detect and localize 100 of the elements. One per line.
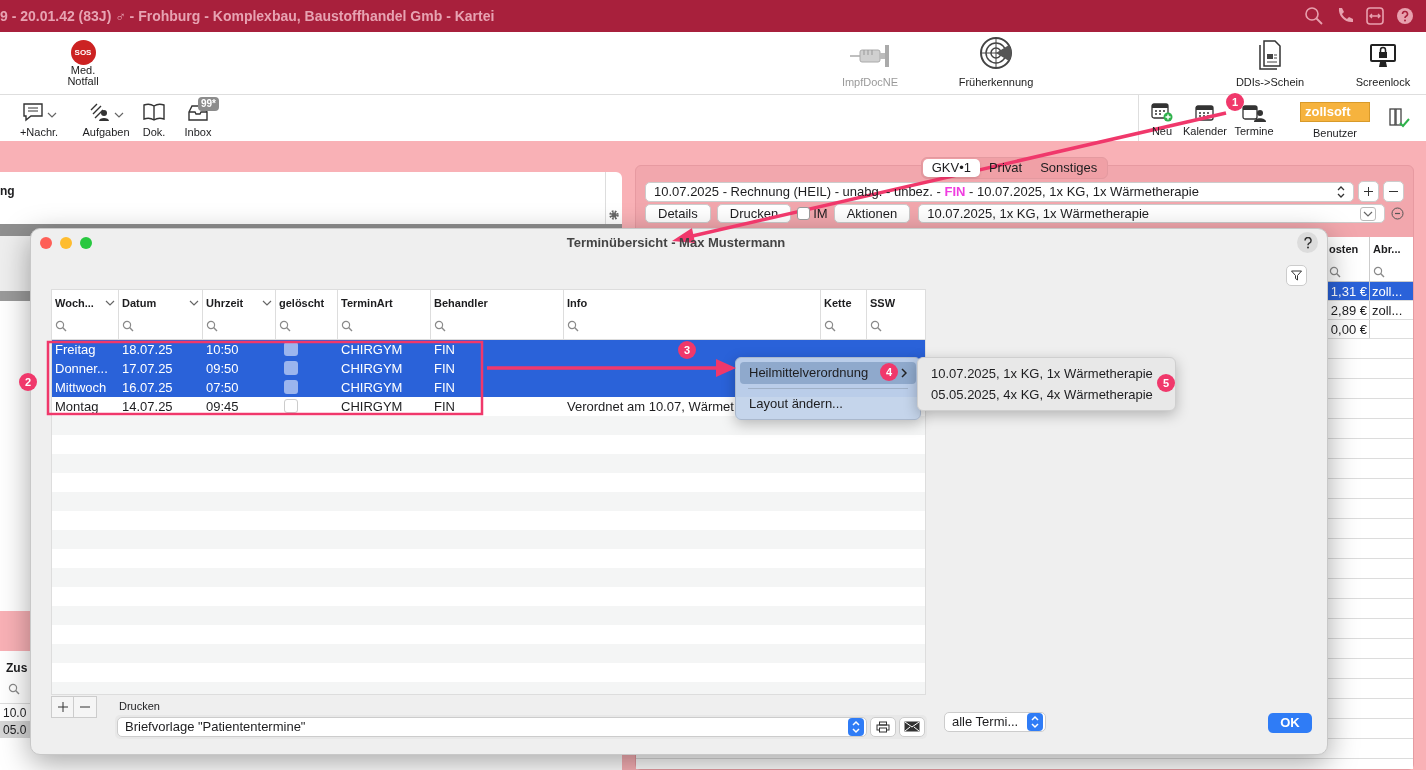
tab[interactable]: Sonstiges (1031, 159, 1107, 177)
calendar-person-icon[interactable] (1242, 104, 1266, 122)
search-icon (824, 319, 836, 332)
filter-icon (1291, 270, 1302, 281)
search-icon (567, 319, 579, 332)
table-cell: zoll... (1372, 284, 1403, 299)
speech-bubble-icon[interactable] (21, 102, 44, 122)
table-cell: 07:50 (206, 380, 239, 395)
table-cell: zoll... (1372, 303, 1403, 318)
chevron-down-icon (113, 112, 124, 118)
checkbox[interactable] (284, 399, 298, 413)
select-value: alle Termi... (952, 713, 1019, 732)
select-value: 10.07.2025 - Rechnung (HEIL) - unabg. - unbez. - FIN - 10.07.2025, 1x KG, 1x Wärmetherapie (654, 182, 1199, 201)
toolbar-label: DDIs->Schein (1235, 75, 1305, 90)
table-cell: 17.07.25 (122, 361, 173, 376)
checkbox[interactable] (284, 380, 298, 394)
add-button[interactable] (1358, 181, 1379, 202)
help-icon[interactable] (1396, 7, 1414, 25)
checkbox-label: IM (813, 204, 828, 223)
select-value: Briefvorlage "Patiententermine" (125, 717, 306, 736)
table-cell: 05.0 (3, 723, 27, 737)
toolbar-label: Screenlock (1355, 75, 1411, 90)
search-icon (279, 319, 291, 332)
close-button[interactable] (40, 236, 52, 249)
filter-button[interactable] (1286, 265, 1307, 286)
column-header: osten (1329, 242, 1360, 257)
gear-icon[interactable] (608, 209, 620, 221)
column-header: TerminArt (341, 296, 393, 311)
window-title: 9 - 20.01.42 (83J) ♂ - Frohburg - Komplexbau, Baustoffhandel Gmb - Kartei (0, 6, 495, 26)
table-cell: CHIRGYM (341, 342, 403, 357)
plus-icon (57, 702, 68, 712)
table-cell: FIN (434, 399, 455, 414)
toolbar-label: Benutzer (1313, 126, 1357, 141)
stepper-icon (848, 717, 864, 736)
help-button[interactable] (1297, 232, 1318, 253)
toolbar-label: Med. Notfall (66, 65, 100, 87)
table-cell: 1,31 € (1330, 284, 1367, 299)
table-cell: CHIRGYM (341, 380, 403, 395)
table-cell: 18.07.25 (122, 342, 173, 357)
table-cell: FIN (434, 380, 455, 395)
table-cell: 16.07.25 (122, 380, 173, 395)
checkbox[interactable] (797, 207, 811, 220)
column-header: Woch... (55, 296, 94, 311)
print-button[interactable] (870, 716, 896, 737)
toolbar-label: ImpfDocNE (841, 75, 899, 90)
more-icon[interactable] (1391, 207, 1404, 220)
book-icon[interactable] (143, 102, 165, 122)
toolbar-label: Dok. (142, 125, 166, 140)
prescription-select[interactable]: 10.07.2025, 1x KG, 1x Wärmetherapie (918, 204, 1385, 223)
chevron-down-icon (1363, 210, 1373, 217)
toolbar-label: Aufgaben (82, 125, 130, 140)
binders-check-icon[interactable] (1388, 107, 1410, 129)
table-cell: 14.07.25 (122, 399, 173, 414)
phone-icon[interactable] (1336, 7, 1354, 25)
table-cell: CHIRGYM (341, 399, 403, 414)
search-icon[interactable] (1304, 6, 1324, 26)
column-header: SSW (870, 296, 896, 311)
table-cell: 09:50 (206, 361, 239, 376)
field-label: Drucken (119, 699, 161, 714)
column-header: Info (567, 296, 588, 311)
search-icon (206, 319, 218, 332)
column-header: Uhrzeit (206, 296, 244, 311)
column-header: Datum (122, 296, 157, 311)
chevron-down-icon (46, 112, 57, 118)
column-header: gelöscht (279, 296, 325, 311)
invoice-select[interactable]: 10.07.2025 - Rechnung (HEIL) - unabg. - unbez. - FIN - 10.07.2025, 1x KG, 1x Wärmetherapie (645, 181, 1354, 202)
stepper-icon (1337, 185, 1345, 198)
table-cell: Verordnet am 10.07, Wärmet (567, 399, 734, 414)
push-button[interactable]: Details (645, 204, 711, 223)
table-cell: 10:50 (206, 342, 239, 357)
select-value: 10.07.2025, 1x KG, 1x Wärmetherapie (927, 204, 1150, 223)
table-cell: Donner... (55, 361, 108, 376)
help-icon (1303, 236, 1312, 249)
envelope-icon (904, 721, 920, 732)
search-icon (434, 319, 446, 332)
search-icon (341, 319, 353, 332)
email-button[interactable] (899, 716, 925, 737)
toolbar-label: Kalender (1182, 124, 1227, 139)
checkbox[interactable] (284, 361, 298, 375)
column-header: Behandler (434, 296, 488, 311)
toolbar-label: Inbox (184, 125, 212, 140)
filter-select[interactable]: alle Termi... (944, 712, 1046, 732)
ok-button[interactable]: OK (1268, 713, 1312, 733)
card-text: ng (0, 184, 15, 198)
tasks-icon[interactable] (88, 102, 111, 122)
radar-icon[interactable] (979, 36, 1013, 70)
sos-button[interactable]: SOS (70, 40, 96, 65)
template-select[interactable]: Briefvorlage "Patiententermine" (117, 716, 867, 737)
push-button[interactable]: Aktionen (833, 204, 911, 223)
tab[interactable]: Privat (979, 159, 1032, 177)
tab[interactable]: GKV•1 (922, 159, 980, 177)
remote-icon[interactable] (1366, 7, 1384, 25)
search-icon (1373, 265, 1385, 278)
monitor-lock-icon[interactable] (1369, 42, 1397, 70)
calendar-plus-icon[interactable] (1151, 102, 1173, 122)
document-icon[interactable] (1257, 40, 1283, 70)
plus-icon (1364, 187, 1373, 196)
table-cell: 09:45 (206, 399, 239, 414)
chevron-down-icon (262, 300, 272, 307)
stepper-icon (1027, 713, 1043, 731)
